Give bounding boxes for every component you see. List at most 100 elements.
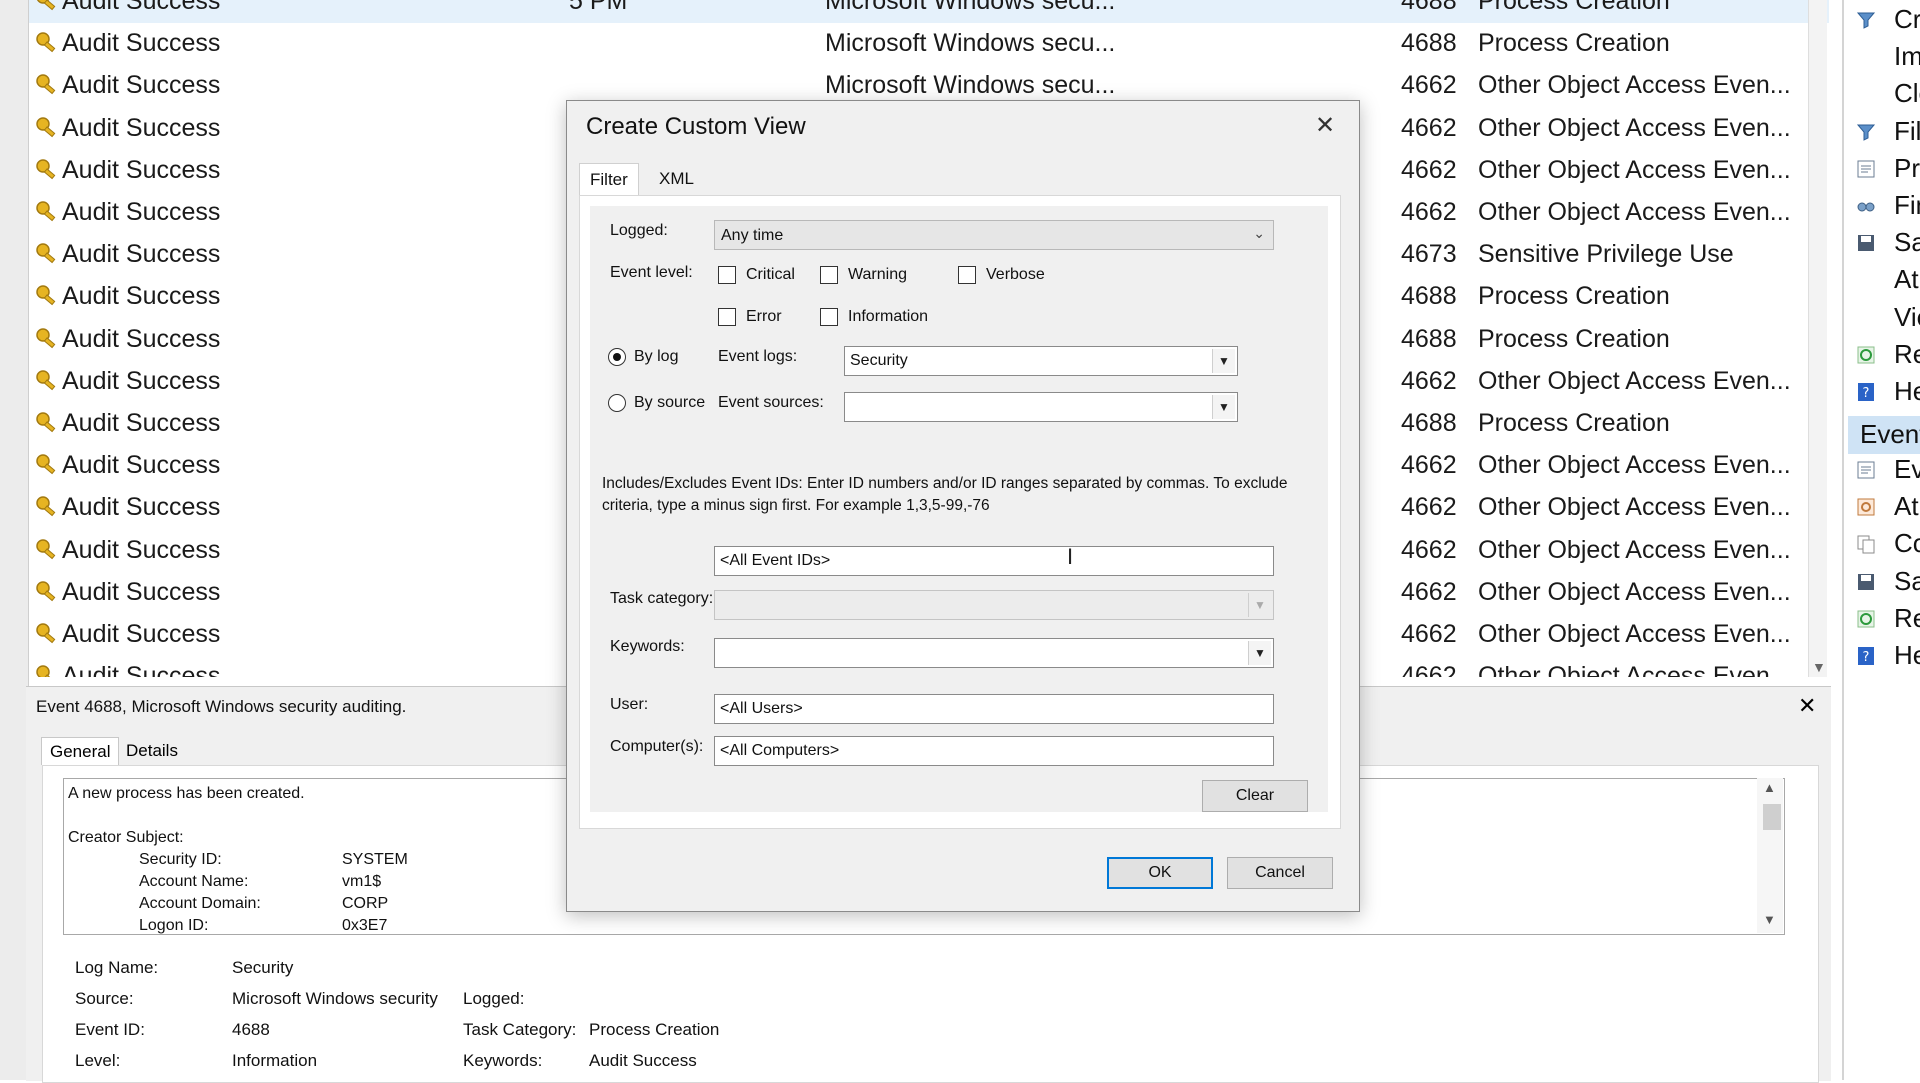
action-item[interactable]: Co — [1844, 526, 1920, 562]
information-checkbox[interactable] — [820, 308, 838, 326]
event-task-category: Other Object Access Even... — [1478, 535, 1791, 564]
event-task-category: Other Object Access Even... — [1478, 71, 1791, 100]
event-id: 4662 — [1401, 366, 1457, 395]
action-item[interactable]: Sa — [1844, 564, 1920, 600]
action-item[interactable]: Ev — [1844, 452, 1920, 488]
by-source-label: By source — [634, 394, 706, 411]
tab-filter[interactable]: Filter — [579, 163, 639, 197]
action-item[interactable]: At — [1844, 262, 1920, 298]
by-log-radio[interactable] — [608, 348, 626, 366]
event-sources-label: Event sources: — [718, 394, 824, 411]
action-item[interactable]: At — [1844, 489, 1920, 525]
tab-details[interactable]: Details — [118, 737, 186, 765]
action-label: At — [1894, 491, 1919, 522]
level-value: Information — [232, 1051, 318, 1070]
svg-text:?: ? — [1863, 386, 1870, 401]
action-item[interactable]: Cr — [1844, 2, 1920, 38]
task-category-select[interactable]: ▼ — [714, 590, 1274, 620]
cancel-button[interactable]: Cancel — [1227, 857, 1333, 889]
event-sources-select[interactable]: ▼ — [844, 392, 1238, 422]
message-field-value: SYSTEM — [342, 851, 408, 868]
action-item[interactable]: Im — [1844, 39, 1920, 75]
logged-dropdown[interactable]: Any time ⌄ — [714, 220, 1274, 250]
actions-section-title: Event — [1860, 419, 1920, 449]
message-line: A new process has been created. — [68, 785, 305, 802]
error-checkbox[interactable] — [718, 308, 736, 326]
event-time: 5 PM — [569, 0, 628, 15]
event-id: 4662 — [1401, 577, 1457, 606]
dropdown-arrow-icon[interactable]: ▼ — [1212, 395, 1235, 419]
dropdown-arrow-icon[interactable]: ▼ — [1212, 349, 1235, 373]
scroll-down-icon[interactable]: ▼ — [1812, 659, 1826, 675]
event-task-category: Other Object Access Even... — [1478, 577, 1791, 606]
action-item[interactable]: Fin — [1844, 188, 1920, 224]
computers-input[interactable]: <All Computers> — [714, 736, 1274, 766]
message-scrollbar[interactable]: ▲ ▼ — [1757, 778, 1783, 933]
action-label: Cr — [1894, 4, 1920, 34]
actions-section-header[interactable]: Event — [1848, 416, 1920, 454]
verbose-checkbox[interactable] — [958, 266, 976, 284]
event-logs-select[interactable]: Security ▼ — [844, 346, 1238, 376]
key-icon — [35, 284, 59, 308]
key-icon — [35, 538, 59, 562]
scroll-down-icon[interactable]: ▼ — [1763, 912, 1776, 927]
event-level-label: Event level: — [610, 264, 693, 281]
dropdown-arrow-icon[interactable]: ▼ — [1248, 641, 1271, 665]
action-item[interactable]: Re — [1844, 337, 1920, 373]
event-id: 4688 — [1401, 282, 1457, 311]
navigation-tree-edge — [0, 0, 29, 1080]
key-icon — [35, 580, 59, 604]
event-id: 4688 — [1401, 29, 1457, 58]
event-id-label: Event ID: — [75, 1020, 145, 1039]
attach-task-icon — [1856, 497, 1876, 517]
event-task-category: Other Object Access Even... — [1478, 366, 1791, 395]
event-id: 4662 — [1401, 451, 1457, 480]
scroll-thumb[interactable] — [1763, 804, 1781, 830]
help-icon: ? — [1856, 382, 1876, 402]
key-icon — [35, 31, 59, 55]
action-label: Fin — [1894, 190, 1920, 220]
event-level: Audit Success — [62, 0, 221, 15]
warning-checkbox[interactable] — [820, 266, 838, 284]
critical-checkbox[interactable] — [718, 266, 736, 284]
ok-button[interactable]: OK — [1107, 857, 1213, 889]
error-label: Error — [746, 308, 782, 325]
action-item[interactable]: Vie — [1844, 300, 1920, 336]
keywords-select[interactable]: ▼ — [714, 638, 1274, 668]
svg-text:?: ? — [1863, 650, 1870, 665]
close-icon[interactable]: ✕ — [1798, 693, 1816, 719]
action-item[interactable]: ? He — [1844, 638, 1920, 674]
tab-xml[interactable]: XML — [649, 163, 704, 195]
event-level: Audit Success — [62, 113, 221, 142]
event-ids-input[interactable]: <All Event IDs> — [714, 546, 1274, 576]
event-id: 4662 — [1401, 535, 1457, 564]
logged-label: Logged: — [610, 222, 668, 239]
event-level: Audit Success — [62, 662, 221, 677]
clear-button[interactable]: Clear — [1202, 780, 1308, 812]
by-source-radio[interactable] — [608, 394, 626, 412]
event-task-category: Sensitive Privilege Use — [1478, 240, 1734, 269]
message-field-value: CORP — [342, 895, 389, 912]
message-field-value: 0x3E7 — [342, 917, 388, 934]
source-value: Microsoft Windows security — [232, 989, 438, 1008]
scroll-up-icon[interactable]: ▲ — [1763, 780, 1776, 795]
filter-icon — [1856, 10, 1876, 30]
tab-general[interactable]: General — [41, 737, 120, 765]
save-icon — [1856, 233, 1876, 253]
event-row[interactable]: Audit Success 5 PM Microsoft Windows secu.… — [29, 0, 1829, 23]
action-item[interactable]: Sa — [1844, 225, 1920, 261]
event-list-scrollbar[interactable]: ▼ — [1808, 0, 1827, 677]
message-field-key: Account Domain: — [139, 895, 261, 912]
user-input[interactable]: <All Users> — [714, 694, 1274, 724]
action-item[interactable]: Pro — [1844, 151, 1920, 187]
action-item[interactable]: Re — [1844, 601, 1920, 637]
event-row[interactable]: Audit Success Microsoft Windows secu... 46… — [29, 23, 1829, 65]
event-task-category: Other Object Access Even... — [1478, 155, 1791, 184]
key-icon — [35, 116, 59, 140]
action-item[interactable]: Filt — [1844, 114, 1920, 150]
event-level: Audit Success — [62, 577, 221, 606]
close-icon[interactable]: ✕ — [1315, 111, 1335, 140]
warning-label: Warning — [848, 266, 907, 283]
action-item[interactable]: Cle — [1844, 76, 1920, 112]
action-item[interactable]: ? He — [1844, 374, 1920, 410]
